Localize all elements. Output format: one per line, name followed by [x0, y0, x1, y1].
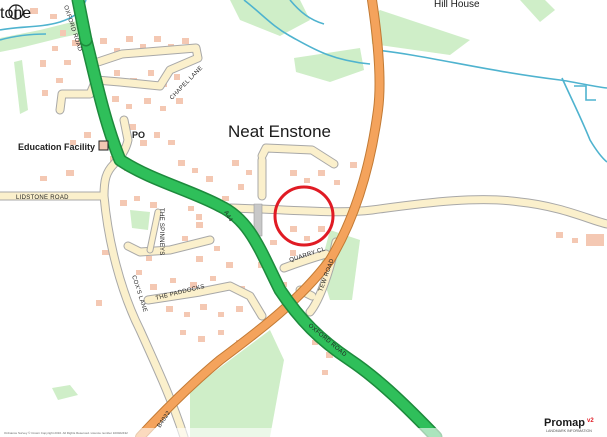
- map-canvas[interactable]: OXFORD ROAD CHAPEL LANE LIDSTONE ROAD A4…: [0, 0, 607, 437]
- green-field-top: [230, 0, 310, 36]
- green-field-top-right: [370, 10, 470, 55]
- label-the-spinneys: THE SPINNEYS: [158, 208, 164, 256]
- place-label-neat-enstone: Neat Enstone: [228, 122, 331, 141]
- stream-right: [375, 49, 607, 89]
- minor-roads: [0, 43, 607, 437]
- stream-right-2: [561, 77, 607, 163]
- poi-label-post-office: PO: [132, 130, 145, 140]
- poi-label-education: Education Facility: [18, 142, 95, 152]
- copyright-note: Ordnance Survey © Crown Copyright 2016. …: [4, 431, 128, 435]
- green-field-mid-left: [130, 210, 150, 230]
- green-field-mid: [294, 48, 364, 82]
- green-field-lower-left: [52, 385, 78, 400]
- map-view[interactable]: OXFORD ROAD CHAPEL LANE LIDSTONE ROAD A4…: [0, 0, 607, 437]
- green-field-left: [14, 60, 28, 114]
- school-square-icon: [98, 140, 109, 151]
- stream-right-3: [574, 85, 596, 101]
- promap-version: v2: [587, 418, 594, 424]
- promap-brand: Promap: [544, 417, 585, 429]
- promap-logo: Promap v2 LANDMARK INFORMATION: [544, 417, 594, 433]
- place-label-hill-house: Hill House: [434, 0, 480, 10]
- green-field-right: [520, 0, 555, 22]
- promap-subtitle: LANDMARK INFORMATION: [546, 429, 592, 433]
- label-lidstone-road: LIDSTONE ROAD: [16, 195, 69, 201]
